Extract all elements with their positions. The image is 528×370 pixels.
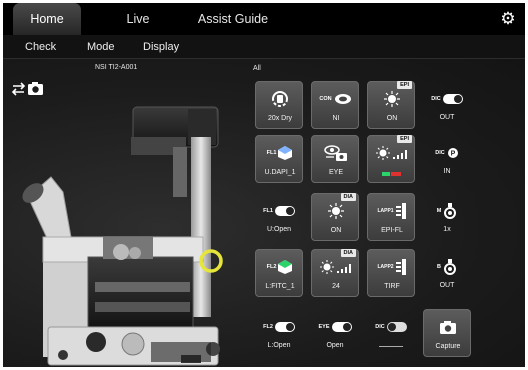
- objective-icon: [272, 91, 288, 107]
- magnifier-lens-icon: [444, 203, 457, 219]
- magnifier-control[interactable]: M 1x: [423, 193, 471, 241]
- epi-shutter-label: ON: [386, 115, 398, 122]
- svg-text:P: P: [450, 151, 455, 158]
- condenser-icon: [334, 94, 351, 104]
- fl1-shutter-toggle[interactable]: [274, 206, 295, 216]
- epi-intensity-button[interactable]: EPI: [367, 135, 415, 183]
- objective-label: 20x Dry: [267, 115, 293, 122]
- dic-prism-icon-text: DIC: [435, 150, 445, 156]
- epi-shutter-button[interactable]: EPI ON: [367, 81, 415, 129]
- condenser-icon-text: CON: [319, 96, 332, 102]
- fl1-shutter-icon-text: FL1: [263, 208, 273, 214]
- microscope-illustration: [22, 106, 223, 366]
- fl2-shutter-control[interactable]: FL2 L:Open: [255, 309, 303, 357]
- tab-assist-guide[interactable]: Assist Guide: [188, 3, 278, 35]
- filter1-icon-text: FL1: [266, 150, 277, 156]
- gear-icon[interactable]: ⚙: [499, 10, 517, 28]
- dia-intensity-label: 24: [332, 283, 340, 290]
- lapp2-label: TIRF: [384, 283, 400, 290]
- lapp1-button[interactable]: LAPP1 EPI-FL: [367, 193, 415, 241]
- light-path-label: EYE: [328, 169, 343, 176]
- green-indicator: [382, 172, 390, 176]
- bertrand-icon-text: B: [437, 264, 441, 270]
- fl1-shutter-label: U:Open: [266, 226, 292, 233]
- magnifier-label: 1x: [443, 226, 451, 233]
- objective-button[interactable]: 20x Dry: [255, 81, 303, 129]
- tab-home[interactable]: Home: [13, 3, 81, 35]
- capture-label: Capture: [435, 343, 461, 350]
- submenu-display[interactable]: Display: [143, 35, 179, 59]
- fl2-shutter-toggle[interactable]: [274, 322, 295, 332]
- camera-icon: [440, 321, 456, 334]
- red-indicator: [391, 172, 401, 176]
- dia-intensity-button[interactable]: DIA 24: [311, 249, 359, 297]
- capture-button[interactable]: Capture: [423, 309, 471, 357]
- dic-toggle-switch[interactable]: [386, 322, 407, 332]
- filter1-label: U.DAPI_1: [264, 169, 296, 176]
- submenu-bar: Check Mode Display: [3, 35, 525, 59]
- filter-cube-icon: [278, 146, 293, 160]
- submenu-mode[interactable]: Mode: [87, 35, 115, 59]
- light-bulb-icon: [328, 203, 344, 219]
- tab-live[interactable]: Live: [103, 3, 173, 35]
- filter2-icon-text: FL2: [266, 264, 277, 270]
- dic-analyzer-label: OUT: [439, 114, 455, 121]
- lapp2-icon-text: LAPP2: [377, 264, 394, 270]
- dia-shutter-button[interactable]: DIA ON: [311, 193, 359, 241]
- intensity-icon: [376, 146, 407, 160]
- condenser-label: NI: [332, 115, 340, 122]
- app-window: Home Live Assist Guide ⚙ Check Mode Disp…: [3, 3, 525, 367]
- dic-toggle-empty-dash: [379, 346, 403, 347]
- eye-shutter-label: Open: [326, 342, 344, 349]
- filter2-label: L:FITC_1: [265, 283, 295, 290]
- light-path-button[interactable]: EYE: [311, 135, 359, 183]
- dic-toggle-control[interactable]: DIC: [367, 309, 415, 357]
- filter1-button[interactable]: FL1 U.DAPI_1: [255, 135, 303, 183]
- dic-analyzer-toggle[interactable]: [442, 94, 463, 104]
- dic-prism-control[interactable]: DIC P IN: [423, 135, 471, 183]
- group-label: All: [253, 65, 261, 72]
- dia-shutter-label: ON: [330, 227, 342, 234]
- lapp-icon: [395, 203, 406, 219]
- light-bulb-icon: [384, 91, 400, 107]
- device-name: NSI TI2-A001: [95, 64, 138, 71]
- fl1-shutter-control[interactable]: FL1 U:Open: [255, 193, 303, 241]
- bertrand-control[interactable]: B OUT: [423, 249, 471, 297]
- magnifier-icon-text: M: [436, 208, 442, 214]
- filter2-button[interactable]: FL2 L:FITC_1: [255, 249, 303, 297]
- condenser-button[interactable]: CON NI: [311, 81, 359, 129]
- dic-analyzer-icon-text: DIC: [431, 96, 441, 102]
- filter-cube-icon: [278, 260, 293, 274]
- lapp-icon: [395, 259, 406, 275]
- prism-icon: P: [447, 148, 458, 158]
- main-panel: NSI TI2-A001 All 20x Dry CON NI EPI ON D…: [3, 59, 525, 367]
- submenu-check[interactable]: Check: [25, 35, 56, 59]
- dic-prism-label: IN: [443, 168, 451, 175]
- bertrand-lens-icon: [443, 259, 456, 275]
- top-tab-bar: Home Live Assist Guide ⚙: [3, 3, 525, 35]
- lapp2-button[interactable]: LAPP2 TIRF: [367, 249, 415, 297]
- eye-shutter-control[interactable]: EYE Open: [311, 309, 359, 357]
- bertrand-label: OUT: [439, 282, 455, 289]
- fl2-shutter-icon-text: FL2: [263, 324, 273, 330]
- fl2-shutter-label: L:Open: [267, 342, 291, 349]
- dic-analyzer-control[interactable]: DIC OUT: [423, 81, 471, 129]
- lapp1-icon-text: LAPP1: [377, 208, 394, 214]
- dic-toggle-icon-text: DIC: [375, 324, 385, 330]
- intensity-icon: [320, 260, 351, 274]
- eye-shutter-toggle[interactable]: [331, 322, 352, 332]
- eye-camera-icon: [324, 145, 347, 161]
- lapp1-label: EPI-FL: [381, 227, 403, 234]
- eye-shutter-icon-text: EYE: [318, 324, 330, 330]
